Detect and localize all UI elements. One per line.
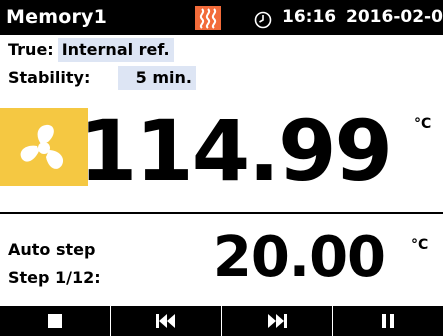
auto-step-label: Auto step bbox=[8, 240, 96, 259]
fan-icon bbox=[20, 124, 64, 169]
true-label: True: bbox=[8, 40, 54, 59]
clock-time: 16:16 bbox=[282, 7, 337, 27]
heater-icon bbox=[195, 6, 221, 30]
memory-title: Memory1 bbox=[6, 6, 108, 28]
true-reference-row: True: Internal ref. bbox=[8, 38, 174, 62]
stop-icon bbox=[48, 314, 62, 328]
skip-previous-icon bbox=[156, 314, 175, 328]
pause-button[interactable] bbox=[333, 306, 443, 336]
temperature-unit: °C bbox=[414, 116, 432, 132]
current-temperature: 114.99 bbox=[78, 102, 393, 200]
skip-next-icon bbox=[268, 314, 287, 328]
stop-button[interactable] bbox=[0, 306, 111, 336]
pause-icon bbox=[382, 314, 394, 328]
true-reference-value[interactable]: Internal ref. bbox=[57, 38, 174, 62]
divider bbox=[0, 212, 443, 214]
step-count-label: Step 1/12: bbox=[8, 268, 101, 287]
stability-row: Stability: 5 min. bbox=[8, 66, 196, 90]
skip-previous-button[interactable] bbox=[111, 306, 222, 336]
step-temperature-unit: °C bbox=[411, 237, 429, 253]
clock-icon bbox=[254, 11, 272, 29]
step-temperature: 20.00 bbox=[212, 225, 386, 290]
stability-label: Stability: bbox=[8, 68, 91, 87]
skip-next-button[interactable] bbox=[222, 306, 333, 336]
clock-date: 2016-02-05 bbox=[346, 7, 443, 27]
status-bar: Memory1 16:16 2016-02-05 bbox=[0, 0, 443, 35]
fan-button[interactable] bbox=[0, 108, 88, 186]
control-toolbar bbox=[0, 306, 443, 336]
stability-value[interactable]: 5 min. bbox=[118, 66, 196, 90]
